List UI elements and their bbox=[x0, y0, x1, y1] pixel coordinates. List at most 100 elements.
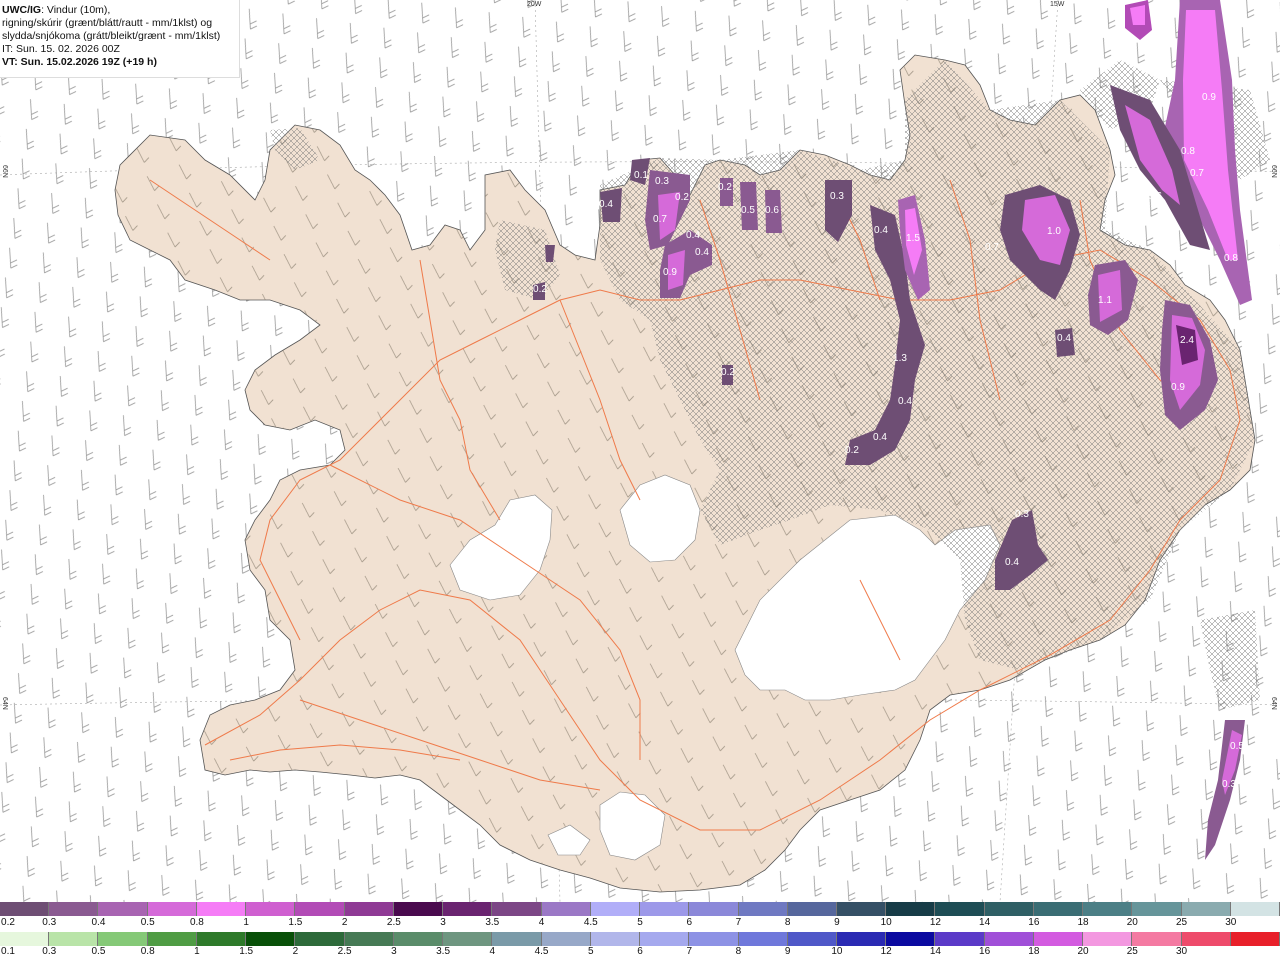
legend-swatch bbox=[49, 902, 99, 916]
legend-label: 2.5 bbox=[337, 946, 352, 957]
precip-value-label: 0.4 bbox=[695, 247, 709, 258]
legend-swatch bbox=[1083, 902, 1133, 916]
precip-value-label: 0.4 bbox=[873, 432, 887, 443]
precip-value-label: 0.8 bbox=[1224, 253, 1238, 264]
legend-swatch bbox=[886, 902, 936, 916]
legend-label: 5 bbox=[637, 917, 643, 928]
legend-label: 3 bbox=[440, 917, 446, 928]
legend-label: 4.5 bbox=[583, 917, 598, 928]
legend-swatch bbox=[1083, 932, 1133, 946]
legend-swatch bbox=[246, 902, 296, 916]
precip-value-label: 0.2 bbox=[675, 192, 689, 203]
precip-value-label: 0.4 bbox=[898, 396, 912, 407]
legend-label: 6 bbox=[686, 917, 692, 928]
precip-value-label: 0.3 bbox=[1015, 509, 1029, 520]
legend-label: 4 bbox=[489, 946, 496, 957]
legend-swatch bbox=[1033, 932, 1084, 946]
precip-value-label: 0.4 bbox=[686, 230, 700, 241]
precip-value-label: 0.7 bbox=[1190, 168, 1204, 179]
legend-swatch bbox=[738, 932, 788, 946]
legend-label: 0.8 bbox=[189, 917, 204, 928]
precip-value-label: 0.7 bbox=[653, 214, 667, 225]
precip-value-label: 0.2 bbox=[533, 284, 547, 295]
precip-value-label: 0.4 bbox=[1005, 557, 1019, 568]
legend-label: 2 bbox=[292, 946, 299, 957]
model-name: UWC/IG bbox=[2, 4, 42, 16]
legend-swatch bbox=[0, 932, 50, 946]
legend-swatch bbox=[935, 902, 985, 916]
legend-swatch bbox=[787, 932, 837, 946]
legend-label: 0.5 bbox=[140, 917, 155, 928]
rain-scale-labels: 0.1 0.3 0.5 0.8 1 1.5 2 2.5 3 3.5 4 4.5 5 6 7 8 9 10 12 14 1… bbox=[0, 946, 1280, 960]
legend-label: 8 bbox=[735, 946, 742, 957]
legend-swatch bbox=[1181, 902, 1231, 916]
init-time: IT: Sun. 15. 02. 2026 00Z bbox=[2, 43, 120, 55]
legend-swatch bbox=[590, 932, 641, 946]
legend-label: 0.3 bbox=[42, 946, 57, 957]
graticule-label-66n-right: 66N bbox=[1270, 165, 1277, 178]
legend-swatch bbox=[147, 932, 197, 946]
precip-value-label: 0.4 bbox=[599, 199, 613, 210]
precip-value-label: 0.2 bbox=[845, 445, 859, 456]
legend-label: 0.4 bbox=[91, 917, 106, 928]
precip-value-label: 0.2 bbox=[721, 367, 735, 378]
legend-swatch bbox=[1230, 932, 1280, 946]
legend-label: 0.2 bbox=[1, 917, 15, 928]
legend-swatch bbox=[984, 932, 1034, 946]
legend-swatch bbox=[1181, 932, 1231, 946]
legend-label: 2.5 bbox=[386, 917, 401, 928]
rain-color-scale bbox=[0, 932, 1280, 946]
legend-label: 20 bbox=[1077, 946, 1089, 957]
legend-label: 3.5 bbox=[436, 946, 451, 957]
precip-value-label: 1.3 bbox=[893, 353, 907, 364]
legend-label: 0.3 bbox=[42, 917, 57, 928]
precip-value-label: 0.2 bbox=[718, 182, 732, 193]
weather-map: 0.4 0.1 0.3 0.7 0.2 0.4 0.4 0.9 0.2 0.5 0.6 0.3 0.4 1… bbox=[0, 0, 1280, 902]
legend-swatch bbox=[689, 902, 739, 916]
legend-swatch bbox=[787, 902, 837, 916]
legend-swatch bbox=[246, 932, 296, 946]
legend-label: 12 bbox=[880, 946, 892, 957]
snow-scale-labels: 0.2 0.3 0.4 0.5 0.8 1 1.5 2 2.5 3 3.5 4 4.5 5 6 7 8 9 10 12… bbox=[0, 917, 1280, 931]
legend-label: 14 bbox=[929, 946, 941, 957]
legend-swatch bbox=[1033, 902, 1084, 916]
legend-label: 1 bbox=[194, 946, 200, 957]
legend-label: 16 bbox=[979, 946, 991, 957]
legend-label: 4 bbox=[538, 917, 545, 928]
title-line-3: slydda/snjókoma (grátt/bleikt/grænt - mm… bbox=[2, 30, 221, 42]
precip-value-label: 0.1 bbox=[634, 170, 648, 181]
legend-swatch bbox=[393, 932, 444, 946]
map-title-box: UWC/IG: Vindur (10m), rigning/skúrir (gr… bbox=[0, 0, 240, 78]
graticule-label-66n-left: 66N bbox=[1, 165, 8, 178]
precip-value-label: 2.4 bbox=[1180, 335, 1194, 346]
legend-label: 10 bbox=[880, 917, 892, 928]
precip-value-label: 0.8 bbox=[1181, 146, 1195, 157]
precip-value-label: 0.3 bbox=[830, 191, 844, 202]
legend-swatch bbox=[147, 902, 197, 916]
legend-label: 0.8 bbox=[140, 946, 155, 957]
title-line-1: UWC/IG: Vindur (10m), bbox=[2, 4, 237, 17]
legend-swatch bbox=[344, 932, 394, 946]
title-line-1-rest: : Vindur (10m), bbox=[41, 4, 111, 16]
legend-label: 2 bbox=[341, 917, 348, 928]
legend-swatch bbox=[492, 902, 542, 916]
legend-label: 12 bbox=[929, 917, 941, 928]
legend-label: 7 bbox=[735, 917, 742, 928]
legend-label: 18 bbox=[1077, 917, 1089, 928]
legend-label: 1.5 bbox=[239, 946, 254, 957]
legend-label: 14 bbox=[979, 917, 991, 928]
title-line-2: rigning/skúrir (grænt/blátt/rautt - mm/1… bbox=[2, 17, 213, 29]
snow-color-scale bbox=[0, 902, 1280, 916]
precip-value-label: 0.6 bbox=[1148, 191, 1162, 202]
legend-swatch bbox=[196, 932, 247, 946]
legend-swatch bbox=[1230, 902, 1280, 916]
legend-swatch bbox=[393, 902, 444, 916]
legend-swatch bbox=[541, 932, 591, 946]
graticule-label-64n-right: 64N bbox=[1270, 697, 1277, 710]
legend-label: 7 bbox=[686, 946, 692, 957]
precip-value-label: 1.5 bbox=[906, 233, 920, 244]
precip-value-label: 0.9 bbox=[1202, 92, 1216, 103]
legend-swatch bbox=[295, 902, 345, 916]
precip-value-label: 0.5 bbox=[741, 205, 755, 216]
precip-value-label: 0.3 bbox=[1222, 779, 1236, 790]
